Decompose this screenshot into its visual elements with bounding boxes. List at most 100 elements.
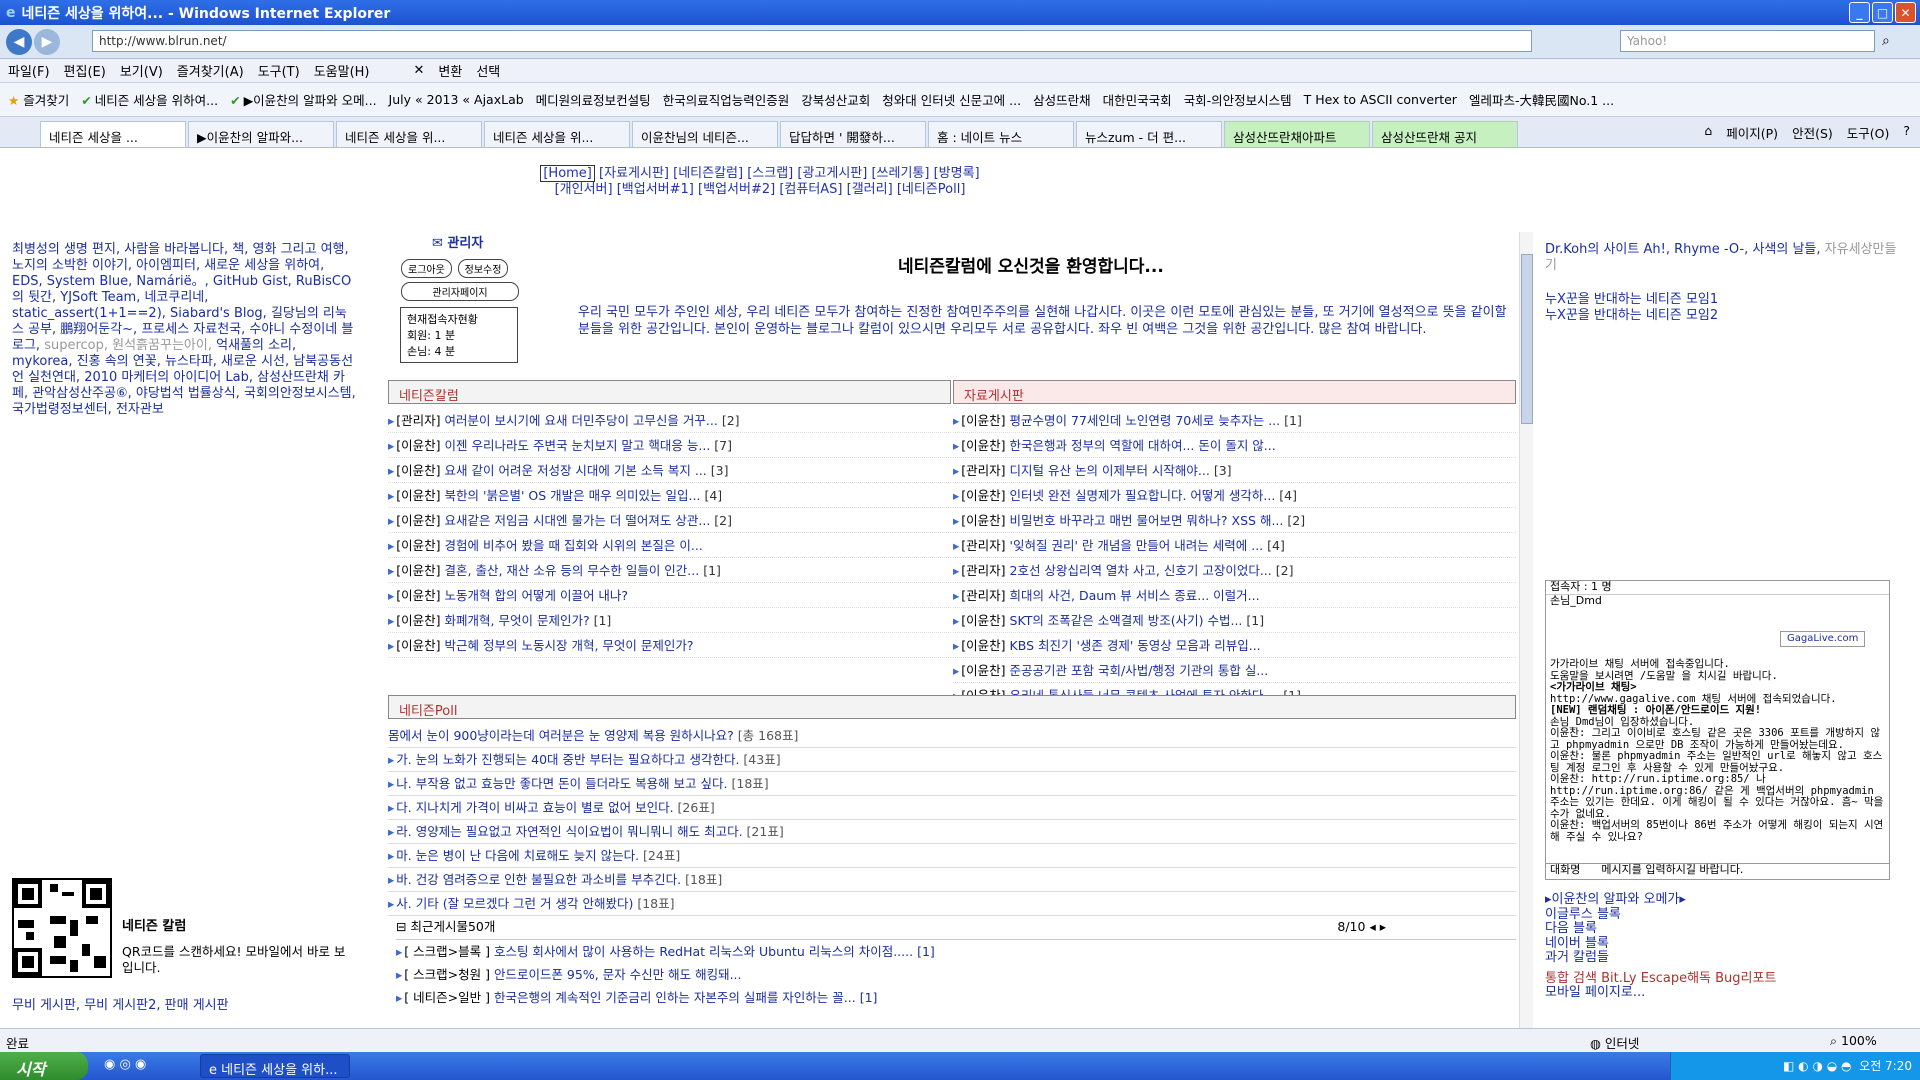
poll-option[interactable]: ▸ 나. 부작용 없고 효능만 좋다면 돈이 들더라도 복용해 보고 싶다. [1… xyxy=(388,772,1516,796)
post-title[interactable]: 화폐개혁, 무엇이 문제인가? xyxy=(445,613,590,628)
collapse-icon[interactable]: ⊟ xyxy=(396,919,406,934)
post-title[interactable]: 요새 같이 어려운 저성장 시대에 기본 소득 복지 ... xyxy=(445,463,707,478)
logout-button[interactable]: 로그아웃 xyxy=(401,259,452,278)
right-link[interactable]: 네이버 블록 xyxy=(1545,936,1776,952)
list-item[interactable]: ▸ [관리자] 디지털 유산 논의 이제부터 시작해야... [3] xyxy=(953,458,1516,483)
help-icon[interactable]: ? xyxy=(1903,123,1910,142)
list-item[interactable]: ▸ [이윤찬] 노동개혁 합의 어떻게 이끌어 내나? xyxy=(388,583,951,608)
fav-item[interactable]: 삼성뜨란채 xyxy=(1033,90,1091,109)
list-item[interactable]: ▸ [이윤찬] 박근혜 정부의 노동시장 개혁, 무엇이 문제인가? xyxy=(388,633,951,658)
search-input[interactable]: Yahoo! xyxy=(1620,30,1875,52)
list-item[interactable]: ▸ [이윤찬] 인터넷 완전 실명제가 필요합니다. 어떻게 생각하... [4] xyxy=(953,483,1516,508)
right-link-group[interactable]: Dr.Koh의 사이트 Ah!, Rhyme -O-, 사색의 날들, xyxy=(1545,242,1821,257)
page-menu[interactable]: 페이지(P) xyxy=(1726,123,1778,142)
tab[interactable]: 삼성산뜨란채 공지 xyxy=(1372,121,1518,147)
tab[interactable]: 네티즌 세상을 ... xyxy=(40,121,186,147)
post-title[interactable]: 2호선 상왕십리역 열차 사고, 신호기 고장이었다... xyxy=(1010,563,1272,578)
recent-title-link[interactable]: 호스팅 회사에서 많이 사용하는 RedHat 리눅스와 Ubuntu 리눅스의… xyxy=(494,944,913,959)
list-item[interactable]: ▸ [이윤찬] 경험에 비추어 봤을 때 집회와 시위의 본질은 이... xyxy=(388,533,951,558)
nav-link[interactable]: [백업서버#2] xyxy=(698,182,775,197)
scroll-thumb[interactable] xyxy=(1521,254,1533,424)
post-title[interactable]: 박근혜 정부의 노동시장 개혁, 무엇이 문제인가? xyxy=(445,638,694,653)
nav-link[interactable]: [방명록] xyxy=(934,166,980,181)
admin-page-button[interactable]: 관리자페이지 xyxy=(401,282,519,301)
poll-option[interactable]: ▸ 바. 건강 염려증으로 인한 불필요한 과소비를 부추긴다. [18표] xyxy=(388,868,1516,892)
right-link[interactable]: 누X꾼을 반대하는 네티즌 모임2 xyxy=(1545,308,1905,324)
poll-option[interactable]: ▸ 라. 영양제는 필요없고 자연적인 식이요법이 뭐니뭐니 해도 최고다. [2… xyxy=(388,820,1516,844)
back-button[interactable]: ◀ xyxy=(6,29,32,55)
blog-links-grey[interactable]: supercop, 원석흙꿈꾸는아이, xyxy=(44,338,212,353)
post-title[interactable]: 경험에 비추어 봤을 때 집회와 시위의 본질은 이... xyxy=(445,538,703,553)
nav-link[interactable]: [개인서버] xyxy=(555,182,613,197)
tab[interactable]: 홈 : 네이트 뉴스 xyxy=(928,121,1074,147)
forward-button[interactable]: ▶ xyxy=(34,29,60,55)
menu-convert[interactable]: 변환 xyxy=(438,61,462,80)
list-item[interactable]: ▸ [이윤찬] SKT의 조폭같은 소액결제 방조(사기) 수법... [1] xyxy=(953,608,1516,633)
nav-link[interactable]: [백업서버#1] xyxy=(617,182,694,197)
menu-edit[interactable]: 편집(E) xyxy=(64,61,106,80)
right-link[interactable]: 과거 칼럼들 xyxy=(1545,950,1776,966)
post-title[interactable]: 이젠 우리나라도 주변국 눈치보지 말고 핵대응 능... xyxy=(445,438,711,453)
close-icon[interactable]: ✕ xyxy=(414,63,425,78)
right-link[interactable]: ▸이윤찬의 알파와 오메가▸ xyxy=(1545,892,1776,908)
fav-item[interactable]: July « 2013 « AjaxLab xyxy=(389,92,524,107)
list-item[interactable]: ▸ [이윤찬] 이젠 우리나라도 주변국 눈치보지 말고 핵대응 능... [7] xyxy=(388,433,951,458)
menu-help[interactable]: 도움말(H) xyxy=(314,61,370,80)
post-title[interactable]: KBS 최진기 '생존 경제' 동영상 모음과 리뷰입... xyxy=(1010,638,1261,653)
post-title[interactable]: SKT의 조폭같은 소액결제 방조(사기) 수법... xyxy=(1010,613,1243,628)
post-title[interactable]: 여러분이 보시기에 요새 더민주당이 고무신을 거꾸... xyxy=(445,413,718,428)
start-button[interactable]: 시작 xyxy=(0,1052,88,1080)
scrollbar[interactable] xyxy=(1519,232,1533,1028)
menu-favorites[interactable]: 즐겨찾기(A) xyxy=(177,61,244,80)
list-item[interactable]: ▸ [관리자] 여러분이 보시기에 요새 더민주당이 고무신을 거꾸... [2] xyxy=(388,408,951,433)
nav-link[interactable]: [네티즌Poll] xyxy=(897,182,966,197)
poll-option[interactable]: ▸ 사. 기타 (잘 모르겠다 그런 거 생각 안해봤다) [18표] xyxy=(388,892,1516,916)
fav-item[interactable]: 한국의료직업능력인증원 xyxy=(663,90,790,109)
list-item[interactable]: ▸ [이윤찬] 결혼, 출산, 재산 소유 등의 무수한 일들이 인간... [1… xyxy=(388,558,951,583)
recent-post[interactable]: ▸[ 스크랩>블록 ] 호스팅 회사에서 많이 사용하는 RedHat 리눅스와… xyxy=(396,940,1516,963)
post-title[interactable]: 디지털 유산 논의 이제부터 시작해야... xyxy=(1010,463,1210,478)
poll-question[interactable]: 몸에서 눈이 900냥이라는데 여러분은 눈 영양제 복용 원하시나요? [총 … xyxy=(388,724,1516,748)
menu-tools[interactable]: 도구(T) xyxy=(258,61,300,80)
post-title[interactable]: 한국은행과 정부의 역할에 대하여... 돈이 돌지 않... xyxy=(1010,438,1276,453)
edit-info-button[interactable]: 정보수정 xyxy=(457,259,509,278)
recent-post[interactable]: ▸[ 스크랩>청원 ] 안드로이드폰 95%, 문자 수신만 해도 해킹돼... xyxy=(396,963,1516,986)
tray-icons[interactable]: ◧ ◐ ◑ ◒ ◓ xyxy=(1783,1059,1855,1073)
tab[interactable]: 답답하면 ' 開發하... xyxy=(780,121,926,147)
close-button[interactable]: ✕ xyxy=(1895,2,1916,23)
maximize-button[interactable]: □ xyxy=(1872,2,1893,23)
next-page-icon[interactable]: ▸ xyxy=(1380,919,1386,934)
tab[interactable]: 이윤찬님의 네티즌... xyxy=(632,121,778,147)
list-item[interactable]: ▸ [이윤찬] 평균수명이 77세인데 노인연령 70세로 늦추자는 ... [1… xyxy=(953,408,1516,433)
menu-file[interactable]: 파일(F) xyxy=(8,61,50,80)
right-link[interactable]: 통합 검색 Bit.Ly Escape해독 Bug리포트 xyxy=(1545,971,1776,987)
fav-item[interactable]: 엘레파츠-大韓民國No.1 ... xyxy=(1469,90,1614,109)
poll-option[interactable]: ▸ 마. 눈은 병이 난 다음에 치료해도 늦지 않는다. [24표] xyxy=(388,844,1516,868)
post-title[interactable]: 노동개혁 합의 어떻게 이끌어 내나? xyxy=(445,588,629,603)
list-item[interactable]: ▸ [이윤찬] 화폐개혁, 무엇이 문제인가? [1] xyxy=(388,608,951,633)
recent-title-link[interactable]: 한국은행의 계속적인 기준금리 인하는 자본주의 실패를 자인하는 꼴... xyxy=(494,990,856,1005)
nav-link[interactable]: [광고게시판] xyxy=(797,166,867,181)
tab[interactable]: 네티즌 세상을 위... xyxy=(336,121,482,147)
favorites-button[interactable]: ★ 즐겨찾기 xyxy=(8,90,69,109)
gagalive-link[interactable]: GagaLive.com xyxy=(1780,631,1866,647)
nav-link[interactable]: [갤러리] xyxy=(847,182,893,197)
post-title[interactable]: 비밀번호 바꾸라고 매번 물어보면 뭐하나? XSS 해... xyxy=(1010,513,1284,528)
menu-view[interactable]: 보기(V) xyxy=(120,61,163,80)
nav-link[interactable]: [네티즌칼럼] xyxy=(673,166,743,181)
post-title[interactable]: 요새같은 저임금 시대엔 물가는 더 떨어져도 상관... xyxy=(445,513,711,528)
list-item[interactable]: ▸ [관리자] 2호선 상왕십리역 열차 사고, 신호기 고장이었다... [2] xyxy=(953,558,1516,583)
list-item[interactable]: ▸ [이윤찬] 비밀번호 바꾸라고 매번 물어보면 뭐하나? XSS 해... [… xyxy=(953,508,1516,533)
fav-item[interactable]: T Hex to ASCII converter xyxy=(1304,92,1457,107)
post-title[interactable]: 희대의 사건, Daum 뷰 서비스 종료... 이럴거... xyxy=(1010,588,1260,603)
post-title[interactable]: 준공공기관 포함 국회/사법/행정 기관의 통합 실... xyxy=(1010,663,1269,678)
list-item[interactable]: ▸ [관리자] '잊혀질 권리' 란 개념을 만들어 내려는 세력에 ... [4… xyxy=(953,533,1516,558)
post-title[interactable]: 북한의 '붉은별' OS 개발은 매우 의미있는 일입... xyxy=(445,488,701,503)
list-item[interactable]: ▸ [이윤찬] 준공공기관 포함 국회/사법/행정 기관의 통합 실... xyxy=(953,658,1516,683)
prev-page-icon[interactable]: ◂ xyxy=(1369,919,1375,934)
zoom-level[interactable]: ⌕ 100% xyxy=(1830,1033,1877,1049)
tools-menu[interactable]: 도구(O) xyxy=(1847,123,1890,142)
tab[interactable]: ▶이윤찬의 알파와... xyxy=(188,121,334,147)
nav-link[interactable]: [자료게시판] xyxy=(599,166,669,181)
list-item[interactable]: ▸ [관리자] 희대의 사건, Daum 뷰 서비스 종료... 이럴거... xyxy=(953,583,1516,608)
